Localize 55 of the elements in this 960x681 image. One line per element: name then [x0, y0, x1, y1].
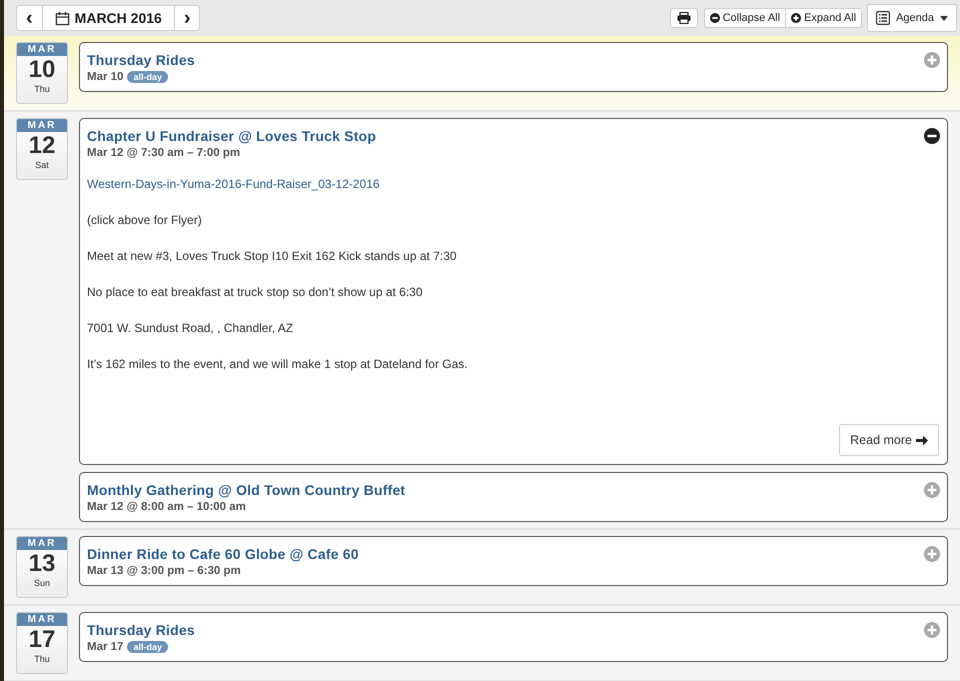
calendar-icon: [54, 10, 70, 26]
print-button[interactable]: [670, 8, 698, 28]
weekday-label: Sun: [32, 578, 51, 588]
expand-all-button[interactable]: Expand All: [785, 8, 862, 28]
event-card[interactable]: Monthly Gathering @ Old Town Country Buffet Mar 12 @ 8:00 am – 10:00 am: [79, 472, 948, 522]
collapse-icon[interactable]: [924, 128, 940, 144]
arrow-right-icon: [916, 434, 928, 446]
event-time: Mar 17: [87, 641, 124, 653]
event-time: Mar 12 @ 8:00 am – 10:00 am: [87, 501, 246, 513]
weekday-label: Thu: [33, 84, 51, 94]
month-label: MAR: [17, 613, 67, 626]
weekday-label: Sat: [34, 160, 50, 170]
caret-icon: [940, 16, 948, 20]
event-title[interactable]: Monthly Gathering @ Old Town Country Buffet: [87, 482, 406, 498]
all-day-badge: all-day: [127, 71, 168, 83]
day-number: 10: [28, 56, 56, 84]
event-title[interactable]: Chapter U Fundraiser @ Loves Truck Stop: [87, 128, 376, 144]
description-text: No place to eat breakfast at truck stop so don’t show up at 6:30: [87, 285, 424, 299]
event-card[interactable]: [79, 118, 948, 465]
event-card[interactable]: Thursday Rides Mar 17 all-day: [79, 612, 948, 662]
month-label: MAR: [17, 537, 67, 550]
minus-circle-icon: [710, 13, 720, 23]
event-title[interactable]: Thursday Rides: [87, 52, 195, 68]
printer-icon: [676, 12, 691, 24]
list-icon: [876, 11, 890, 25]
event-time: Mar 12 @ 7:30 am – 7:00 pm: [87, 147, 240, 159]
event-time: Mar 13 @ 3:00 pm – 6:30 pm: [87, 565, 241, 577]
next-month-button[interactable]: ›: [174, 5, 200, 31]
expand-icon[interactable]: [924, 546, 940, 562]
day-number: 13: [28, 550, 56, 578]
description-text: Meet at new #3, Loves Truck Stop I10 Exit 162 Kick stands up at 7:30: [87, 249, 458, 263]
plus-circle-icon: [791, 13, 802, 23]
event-title[interactable]: Dinner Ride to Cafe 60 Globe @ Cafe 60: [87, 546, 359, 562]
read-more-button[interactable]: Read more: [839, 424, 939, 456]
event-card[interactable]: Thursday Rides Mar 10 all-day: [79, 42, 948, 92]
event-time: Mar 10: [87, 71, 124, 83]
month-picker-button[interactable]: MARCH 2016: [42, 5, 175, 31]
description-text: 7001 W. Sundust Road, , Chandler, AZ: [87, 321, 294, 335]
day-number: 12: [28, 132, 56, 160]
weekday-label: Thu: [33, 654, 51, 664]
description-text: It’s 162 miles to the event, and we will make 1 stop at Dateland for Gas.: [87, 357, 469, 371]
description-text: (click above for Flyer): [87, 213, 203, 227]
expand-icon[interactable]: [924, 482, 940, 498]
day-number: 17: [28, 626, 56, 654]
all-day-badge: all-day: [127, 641, 168, 653]
expand-icon[interactable]: [924, 52, 940, 68]
previous-month-button[interactable]: ‹: [16, 5, 43, 31]
flyer-link[interactable]: Western-Days-in-Yuma-2016-Fund-Raiser_03-12-2016: [87, 177, 939, 191]
collapse-all-button[interactable]: Collapse All: [704, 8, 786, 28]
expand-icon[interactable]: [924, 622, 940, 638]
view-dropdown[interactable]: Agenda: [867, 4, 957, 32]
event-card[interactable]: Dinner Ride to Cafe 60 Globe @ Cafe 60 Mar 13 @ 3:00 pm – 6:30 pm: [79, 536, 948, 586]
month-label: MAR: [17, 43, 67, 56]
event-title[interactable]: Thursday Rides: [87, 622, 195, 638]
month-label: MAR: [17, 119, 67, 132]
